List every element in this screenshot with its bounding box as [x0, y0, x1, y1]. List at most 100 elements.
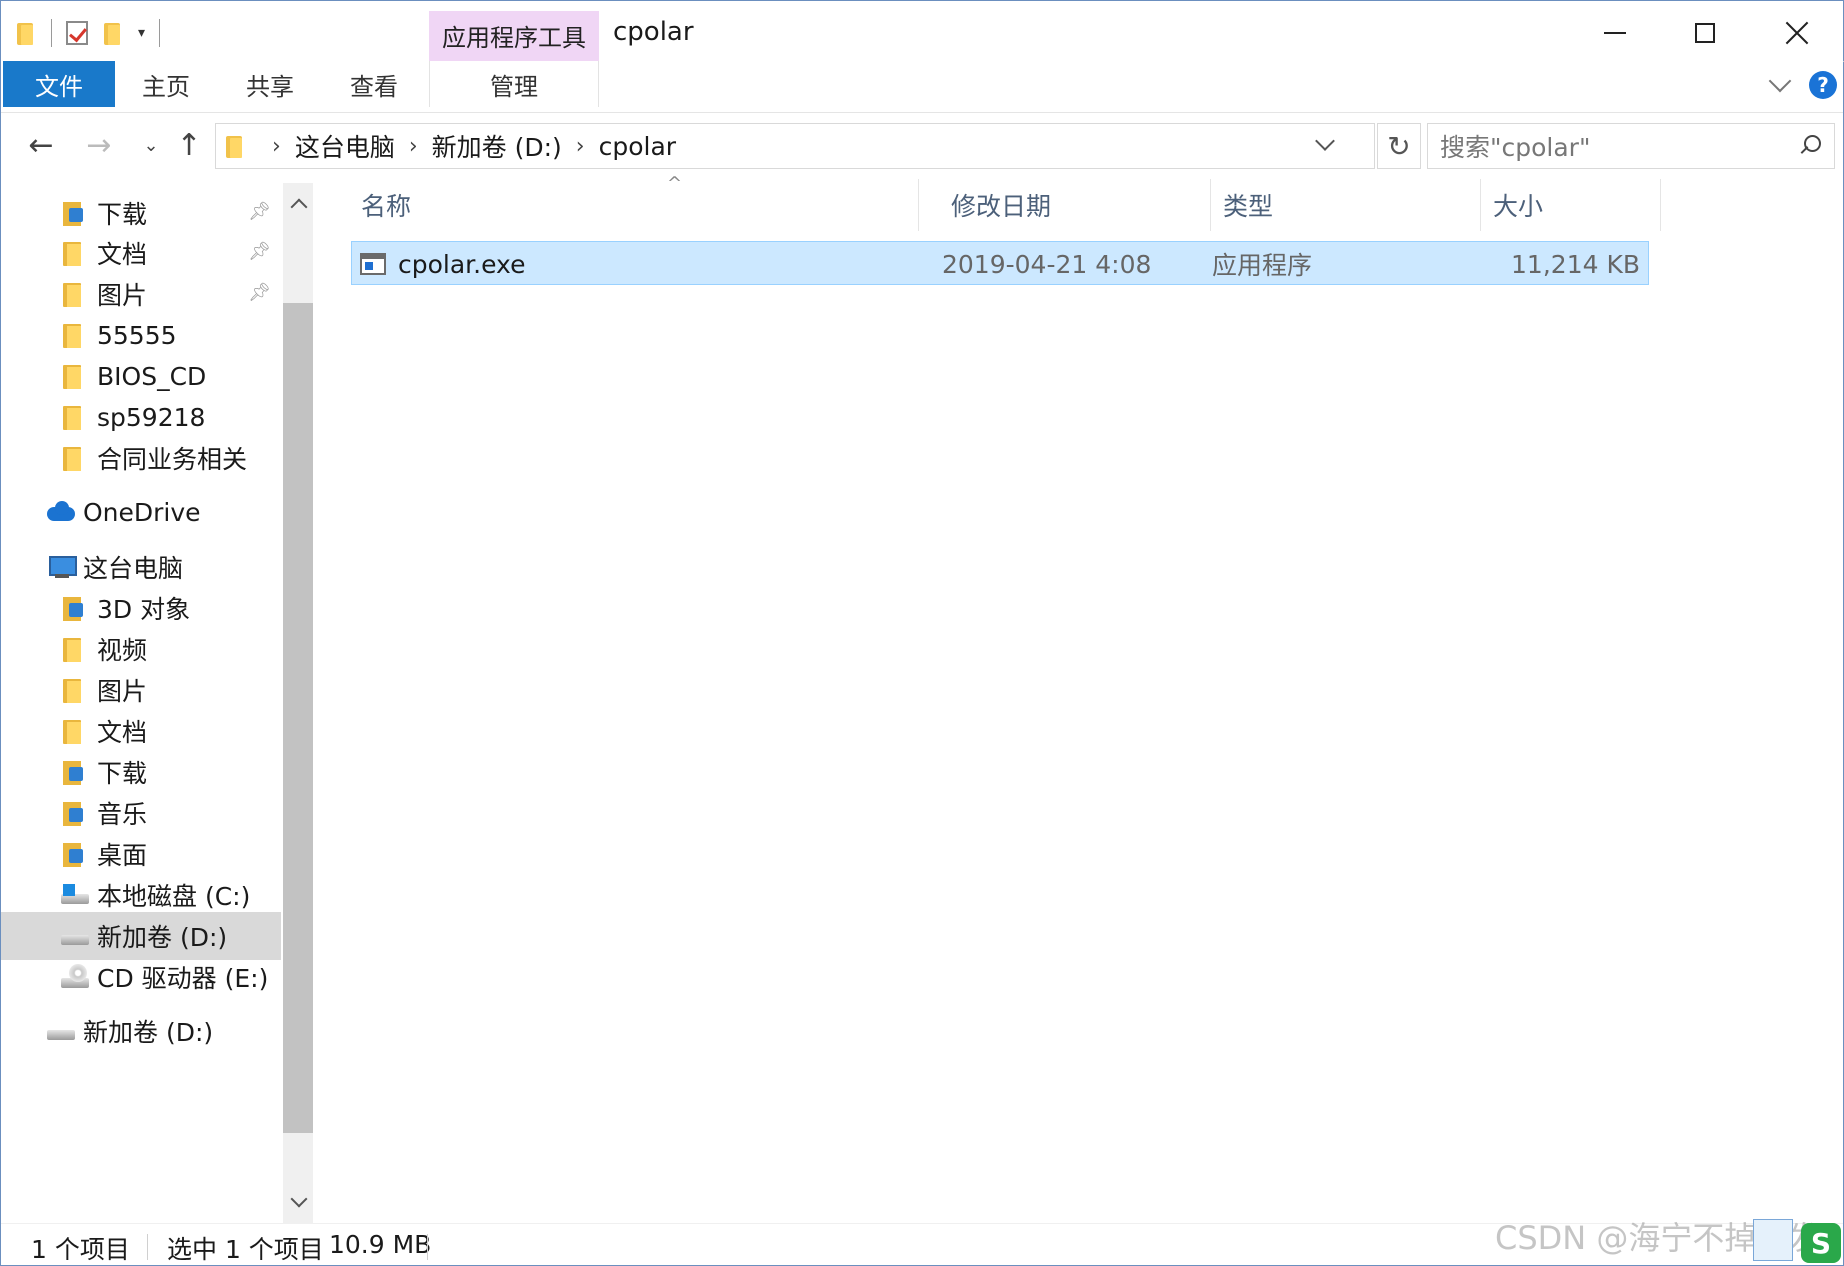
scroll-down-icon[interactable]: [289, 1193, 307, 1211]
item-count: 1 个项目: [31, 1235, 130, 1264]
search-input[interactable]: 搜索"cpolar": [1427, 123, 1835, 169]
quick-access-toolbar: ▾: [15, 19, 161, 47]
tree-item-label: 合同业务相关: [97, 445, 248, 474]
table-row[interactable]: cpolar.exe 2019-04-21 4:08 应用程序 11,214 K…: [351, 241, 1649, 285]
up-button[interactable]: ↑: [171, 127, 207, 163]
tab-file[interactable]: 文件: [3, 61, 115, 107]
cd-drive-icon: [61, 964, 89, 990]
column-header-type[interactable]: 类型: [1211, 179, 1481, 231]
folder-icon: [61, 322, 87, 348]
tree-item-label: CD 驱动器 (E:): [97, 964, 269, 993]
3d-objects-icon: [61, 595, 87, 621]
tree-item-label: 音乐: [97, 800, 148, 829]
tree-item-drive-d-root[interactable]: 新加卷 (D:): [1, 1007, 281, 1055]
divider: [147, 1234, 148, 1260]
file-name-cell: cpolar.exe: [360, 242, 525, 286]
tab-share[interactable]: 共享: [225, 61, 315, 107]
expand-ribbon-icon[interactable]: [1767, 71, 1793, 97]
explorer-window: ▾ 应用程序工具 cpolar 文件 主页 共享 查看 管理 ? ← → ⌄ ↑…: [0, 0, 1844, 1266]
this-pc-icon: [47, 554, 77, 580]
help-icon[interactable]: ?: [1809, 71, 1837, 99]
column-header-name[interactable]: 名称 ^: [349, 173, 919, 231]
chevron-right-icon[interactable]: ›: [576, 134, 585, 159]
contextual-tab-header: 应用程序工具: [429, 11, 599, 63]
navigation-scrollbar[interactable]: [283, 183, 313, 1223]
details-view-button[interactable]: [1753, 1219, 1793, 1261]
customize-toolbar-icon[interactable]: ▾: [138, 25, 145, 41]
maximize-icon: [1695, 23, 1715, 43]
tree-item-label: 下载: [97, 200, 148, 229]
tree-item-label: BIOS_CD: [97, 361, 207, 391]
scroll-up-icon[interactable]: [289, 195, 307, 213]
tree-item-label: 3D 对象: [97, 595, 191, 624]
tab-view[interactable]: 查看: [329, 61, 419, 107]
refresh-button[interactable]: ↻: [1377, 123, 1421, 169]
breadcrumb-this-pc[interactable]: 这台电脑: [295, 128, 395, 164]
maximize-button[interactable]: [1675, 13, 1735, 53]
chevron-right-icon[interactable]: ›: [272, 134, 281, 159]
tree-item-contracts[interactable]: 合同业务相关: [1, 434, 281, 482]
column-header-date[interactable]: 修改日期: [939, 179, 1211, 231]
folder-icon: [61, 363, 87, 389]
close-button[interactable]: [1767, 13, 1827, 53]
chevron-down-icon[interactable]: [1316, 136, 1334, 154]
back-button[interactable]: ←: [23, 127, 59, 163]
videos-folder-icon: [61, 636, 87, 662]
tree-item-label: 新加卷 (D:): [83, 1018, 214, 1047]
column-label: 名称: [361, 192, 412, 221]
ribbon-tabs: 文件 主页 共享 查看 管理 ?: [1, 61, 1843, 113]
column-label: 修改日期: [951, 192, 1052, 221]
tab-home[interactable]: 主页: [121, 61, 211, 107]
folder-icon: [61, 404, 87, 430]
music-folder-icon: [61, 800, 87, 826]
address-bar[interactable]: › 这台电脑 › 新加卷 (D:) › cpolar: [215, 123, 1375, 169]
file-date: 2019-04-21 4:08: [942, 249, 1152, 279]
pin-icon[interactable]: 📌︎: [248, 201, 271, 222]
tree-item-label: sp59218: [97, 402, 206, 432]
file-name: cpolar.exe: [398, 249, 526, 279]
onedrive-icon: [47, 499, 75, 525]
new-folder-icon[interactable]: [102, 21, 124, 45]
chevron-right-icon[interactable]: ›: [409, 134, 418, 159]
folder-icon: [61, 445, 87, 471]
divider: [51, 19, 52, 47]
file-size: 11,214 KB: [1511, 249, 1640, 279]
tab-manage[interactable]: 管理: [429, 61, 599, 107]
close-icon: [1785, 21, 1809, 45]
forward-button[interactable]: →: [81, 127, 117, 163]
tree-item-label: 桌面: [97, 841, 148, 870]
system-drive-icon: [61, 882, 89, 908]
breadcrumb-cpolar[interactable]: cpolar: [599, 132, 676, 161]
pin-icon[interactable]: 📌︎: [248, 282, 271, 303]
column-label: 类型: [1223, 192, 1274, 221]
desktop-folder-icon: [61, 841, 87, 867]
breadcrumb-drive-d[interactable]: 新加卷 (D:): [432, 128, 562, 164]
tree-item-label: 这台电脑: [83, 554, 184, 583]
download-folder-icon: [61, 759, 87, 785]
tree-item-drive-e[interactable]: CD 驱动器 (E:): [1, 953, 281, 1001]
tree-item-label: 图片: [97, 281, 148, 310]
column-label: 大小: [1493, 192, 1544, 221]
tree-item-label: 文档: [97, 240, 148, 269]
application-icon: [360, 253, 386, 275]
pictures-folder-icon: [61, 677, 87, 703]
tree-item-onedrive[interactable]: OneDrive: [1, 488, 281, 536]
tree-item-label: 55555: [97, 320, 177, 350]
address-row: ← → ⌄ ↑ › 这台电脑 › 新加卷 (D:) › cpolar ↻ 搜索"…: [1, 113, 1843, 179]
tree-item-label: 视频: [97, 636, 148, 665]
properties-icon[interactable]: [66, 21, 88, 45]
selection-size: 10.9 MB: [329, 1230, 432, 1259]
tree-item-label: 下载: [97, 759, 148, 788]
minimize-button[interactable]: [1585, 13, 1645, 53]
file-list: 名称 ^ 修改日期 类型 大小 cpolar.exe 2019-04-21 4:…: [315, 173, 1844, 1223]
divider: [159, 19, 161, 47]
divider: [427, 1234, 428, 1260]
sort-ascending-icon: ^: [667, 173, 683, 194]
pin-icon[interactable]: 📌︎: [248, 241, 271, 262]
column-header-size[interactable]: 大小: [1481, 179, 1661, 231]
tree-item-label: 文档: [97, 718, 148, 747]
download-folder-icon: [61, 200, 87, 226]
search-icon[interactable]: [1798, 135, 1821, 157]
recent-locations-icon[interactable]: ⌄: [133, 127, 169, 163]
scrollbar-thumb[interactable]: [283, 303, 313, 1133]
